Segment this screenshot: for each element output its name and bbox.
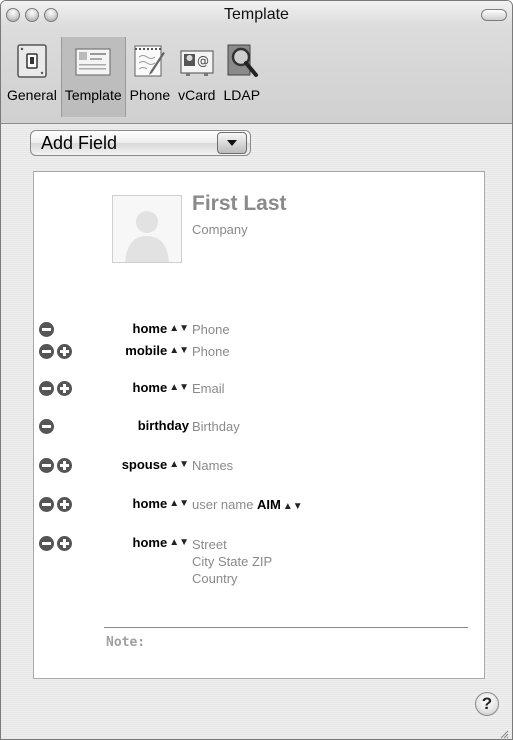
add-field-button[interactable]	[57, 381, 72, 396]
remove-field-button[interactable]	[39, 381, 54, 396]
chevron-down-icon	[217, 132, 247, 154]
field-label-popup[interactable]: spouse ▲▼	[122, 457, 189, 472]
template-window: Template General Template Phone @ vCard …	[0, 0, 513, 740]
light-switch-icon	[14, 43, 50, 79]
field-label: birthday	[138, 418, 189, 433]
add-field-popup[interactable]: Add Field	[30, 130, 251, 156]
remove-field-button[interactable]	[39, 322, 54, 337]
field-row-address: home ▲▼ Street City State ZIP Country	[34, 535, 486, 595]
city-state-zip-placeholder[interactable]: City State ZIP	[192, 553, 272, 570]
field-row-birthday: birthday Birthday	[34, 418, 486, 436]
add-field-label: Add Field	[41, 132, 118, 153]
field-row-phone-mobile: mobile ▲▼ Phone	[34, 343, 486, 361]
tab-ldap[interactable]: LDAP	[219, 37, 264, 117]
contact-photo-placeholder[interactable]	[112, 195, 182, 263]
field-row-email: home ▲▼ Email	[34, 380, 486, 398]
template-card-icon	[75, 43, 111, 79]
address-value-group: Street City State ZIP Country	[192, 536, 272, 587]
stepper-arrows-icon: ▲▼	[282, 501, 303, 512]
field-value-placeholder[interactable]: Birthday	[192, 419, 240, 434]
add-field-button[interactable]	[57, 497, 72, 512]
stepper-arrows-icon: ▲▼	[169, 345, 189, 356]
field-label-popup[interactable]: mobile ▲▼	[125, 343, 189, 358]
field-value-placeholder[interactable]: Email	[192, 381, 225, 396]
field-label-text: home	[132, 496, 168, 511]
im-service-label: AIM	[257, 497, 281, 512]
stepper-arrows-icon: ▲▼	[169, 323, 189, 334]
field-row-phone-home: home ▲▼ Phone	[34, 321, 486, 339]
window-title: Template	[224, 6, 289, 23]
tab-template[interactable]: Template	[60, 37, 126, 117]
tab-general[interactable]: General	[3, 37, 61, 117]
remove-field-button[interactable]	[39, 458, 54, 473]
remove-field-button[interactable]	[39, 536, 54, 551]
field-label-popup[interactable]: home ▲▼	[133, 380, 189, 395]
stepper-arrows-icon: ▲▼	[169, 498, 189, 509]
add-field-button[interactable]	[57, 458, 72, 473]
tab-template-label: Template	[64, 87, 122, 103]
template-card: First Last Company home ▲▼ Phone mobile ▲▼…	[33, 171, 485, 679]
remove-field-button[interactable]	[39, 344, 54, 359]
note-label: Note:	[106, 635, 146, 650]
company-placeholder[interactable]: Company	[192, 222, 248, 237]
street-placeholder[interactable]: Street	[192, 536, 272, 553]
tab-vcard-label: vCard	[178, 87, 216, 103]
stepper-arrows-icon: ▲▼	[169, 459, 189, 470]
field-row-related-name: spouse ▲▼ Names	[34, 457, 486, 475]
field-row-instant-message: home ▲▼ user name AIM ▲▼	[34, 496, 486, 514]
contact-name-placeholder[interactable]: First Last	[192, 192, 287, 216]
field-label-popup[interactable]: home ▲▼	[133, 321, 189, 336]
im-value-group: user name AIM ▲▼	[192, 497, 303, 512]
remove-field-button[interactable]	[39, 497, 54, 512]
field-label-text: spouse	[121, 457, 168, 472]
preferences-toolbar: General Template Phone @ vCard LDAP	[1, 37, 512, 117]
im-service-popup[interactable]: AIM ▲▼	[257, 497, 303, 512]
field-label-popup[interactable]: home ▲▼	[133, 496, 189, 511]
add-field-button[interactable]	[57, 344, 72, 359]
field-label-text: mobile	[125, 343, 168, 358]
help-button[interactable]: ?	[475, 692, 499, 716]
svg-text:@: @	[197, 54, 209, 68]
field-label-text: home	[132, 380, 168, 395]
stepper-arrows-icon: ▲▼	[169, 537, 189, 548]
resize-grip-icon[interactable]	[499, 726, 509, 739]
field-value-placeholder[interactable]: Names	[192, 458, 233, 473]
magnifier-icon	[224, 43, 260, 79]
tab-ldap-label: LDAP	[223, 87, 261, 103]
tab-phone-label: Phone	[129, 87, 171, 103]
field-label-text: birthday	[137, 418, 189, 433]
country-placeholder[interactable]: Country	[192, 570, 272, 587]
field-label-text: home	[132, 321, 168, 336]
field-label-text: home	[132, 535, 168, 550]
vcard-icon: @	[179, 43, 215, 79]
notepad-pen-icon	[132, 43, 168, 79]
tab-general-label: General	[7, 87, 57, 103]
field-value-placeholder[interactable]: Phone	[192, 344, 230, 359]
field-value-placeholder[interactable]: Phone	[192, 322, 230, 337]
remove-field-button[interactable]	[39, 419, 54, 434]
tab-phone[interactable]: Phone	[126, 37, 174, 117]
toolbar-toggle-button[interactable]	[481, 9, 507, 21]
add-field-button[interactable]	[57, 536, 72, 551]
field-label-popup[interactable]: home ▲▼	[133, 535, 189, 550]
title-bar: Template General Template Phone @ vCard …	[1, 1, 512, 124]
im-username-placeholder[interactable]: user name	[192, 497, 253, 512]
stepper-arrows-icon: ▲▼	[169, 382, 189, 393]
note-divider	[104, 627, 468, 628]
tab-vcard[interactable]: @ vCard	[174, 37, 219, 117]
